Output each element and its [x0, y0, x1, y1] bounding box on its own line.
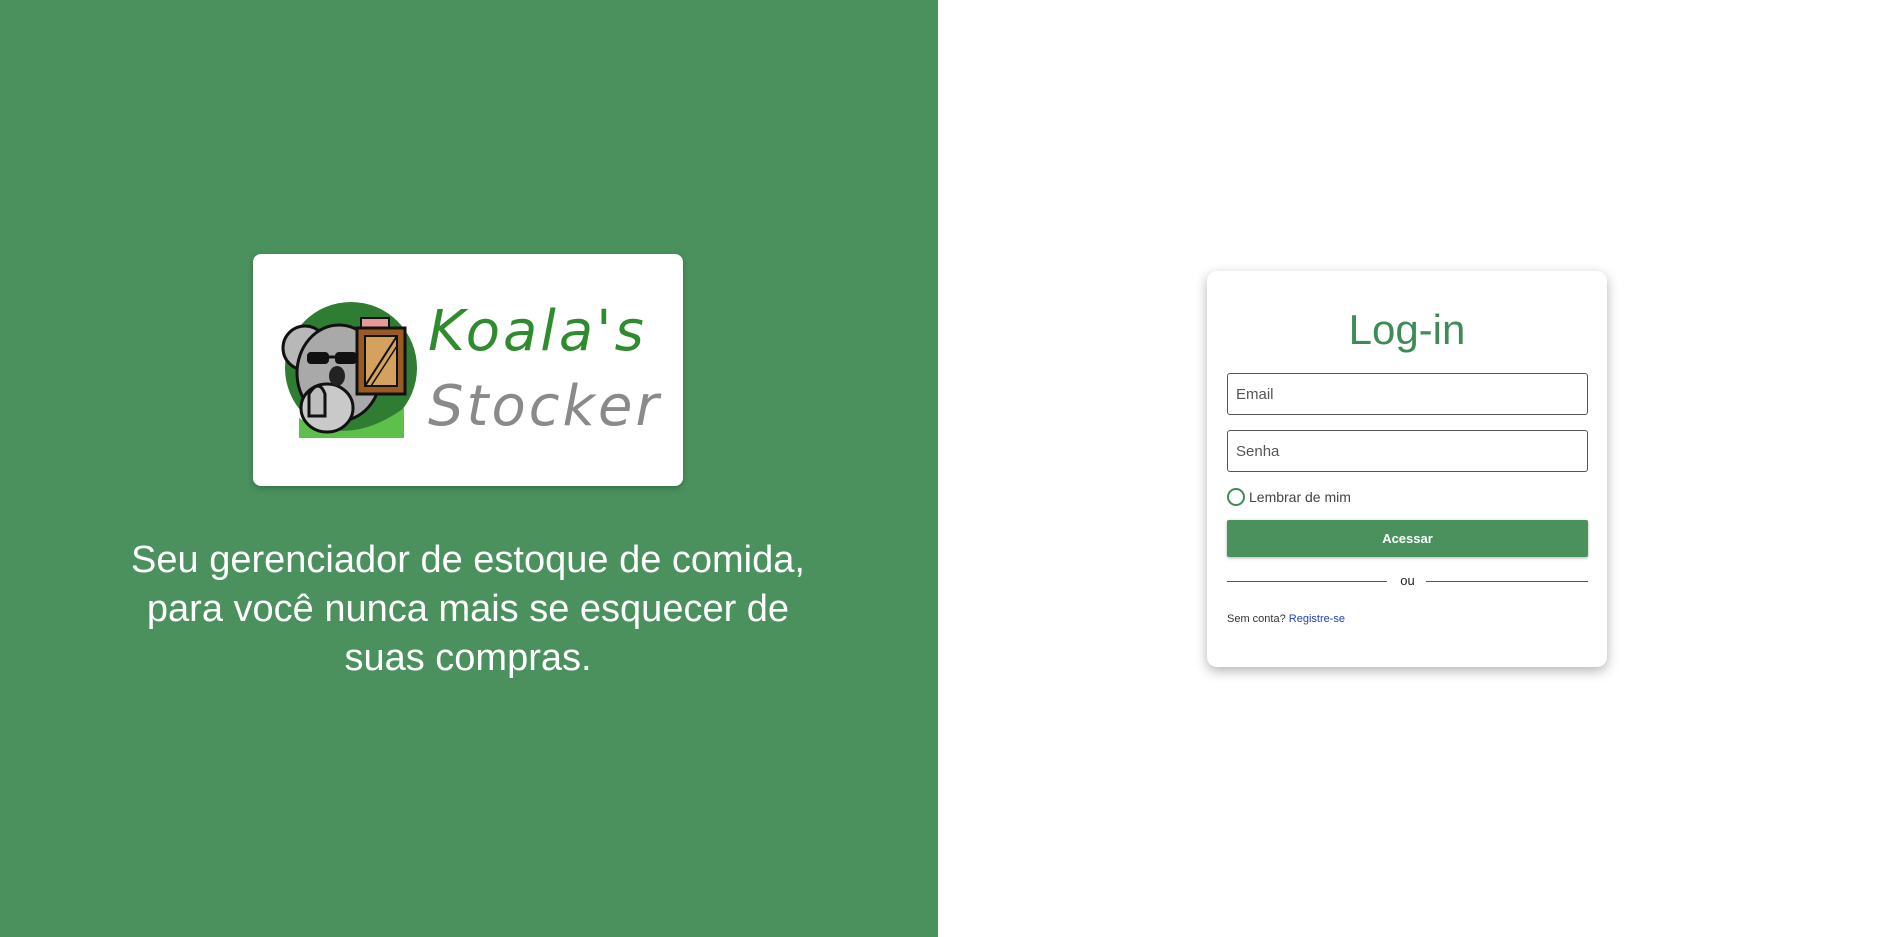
signup-link[interactable]: Registre-se [1289, 613, 1345, 625]
logo-card: Koala's Stocker [253, 254, 683, 486]
divider: ou [1227, 573, 1588, 589]
remember-me-label: Lembrar de mim [1249, 489, 1351, 505]
koala-with-box-icon [281, 302, 417, 438]
logo-text-koalas: Koala's [428, 299, 647, 364]
divider-line-right [1426, 581, 1588, 582]
signup-row: Sem conta? Registre-se [1227, 613, 1345, 625]
password-field[interactable] [1227, 430, 1588, 472]
login-button[interactable]: Acessar [1227, 520, 1588, 557]
login-title: Log-in [1348, 306, 1466, 353]
remember-me-option[interactable]: Lembrar de mim [1227, 487, 1351, 507]
signup-prompt: Sem conta? [1227, 613, 1286, 625]
remember-me-radio[interactable] [1227, 488, 1245, 506]
login-card: Log-in Lembrar de mim Acessar ou Sem con… [1207, 271, 1607, 667]
logo-text-stocker: Stocker [428, 374, 662, 439]
tagline: Seu gerenciador de estoque de comida, pa… [131, 539, 805, 679]
email-field[interactable] [1227, 373, 1588, 415]
brand-panel: Koala's Stocker Seu gerenciador de estoq… [0, 0, 938, 937]
